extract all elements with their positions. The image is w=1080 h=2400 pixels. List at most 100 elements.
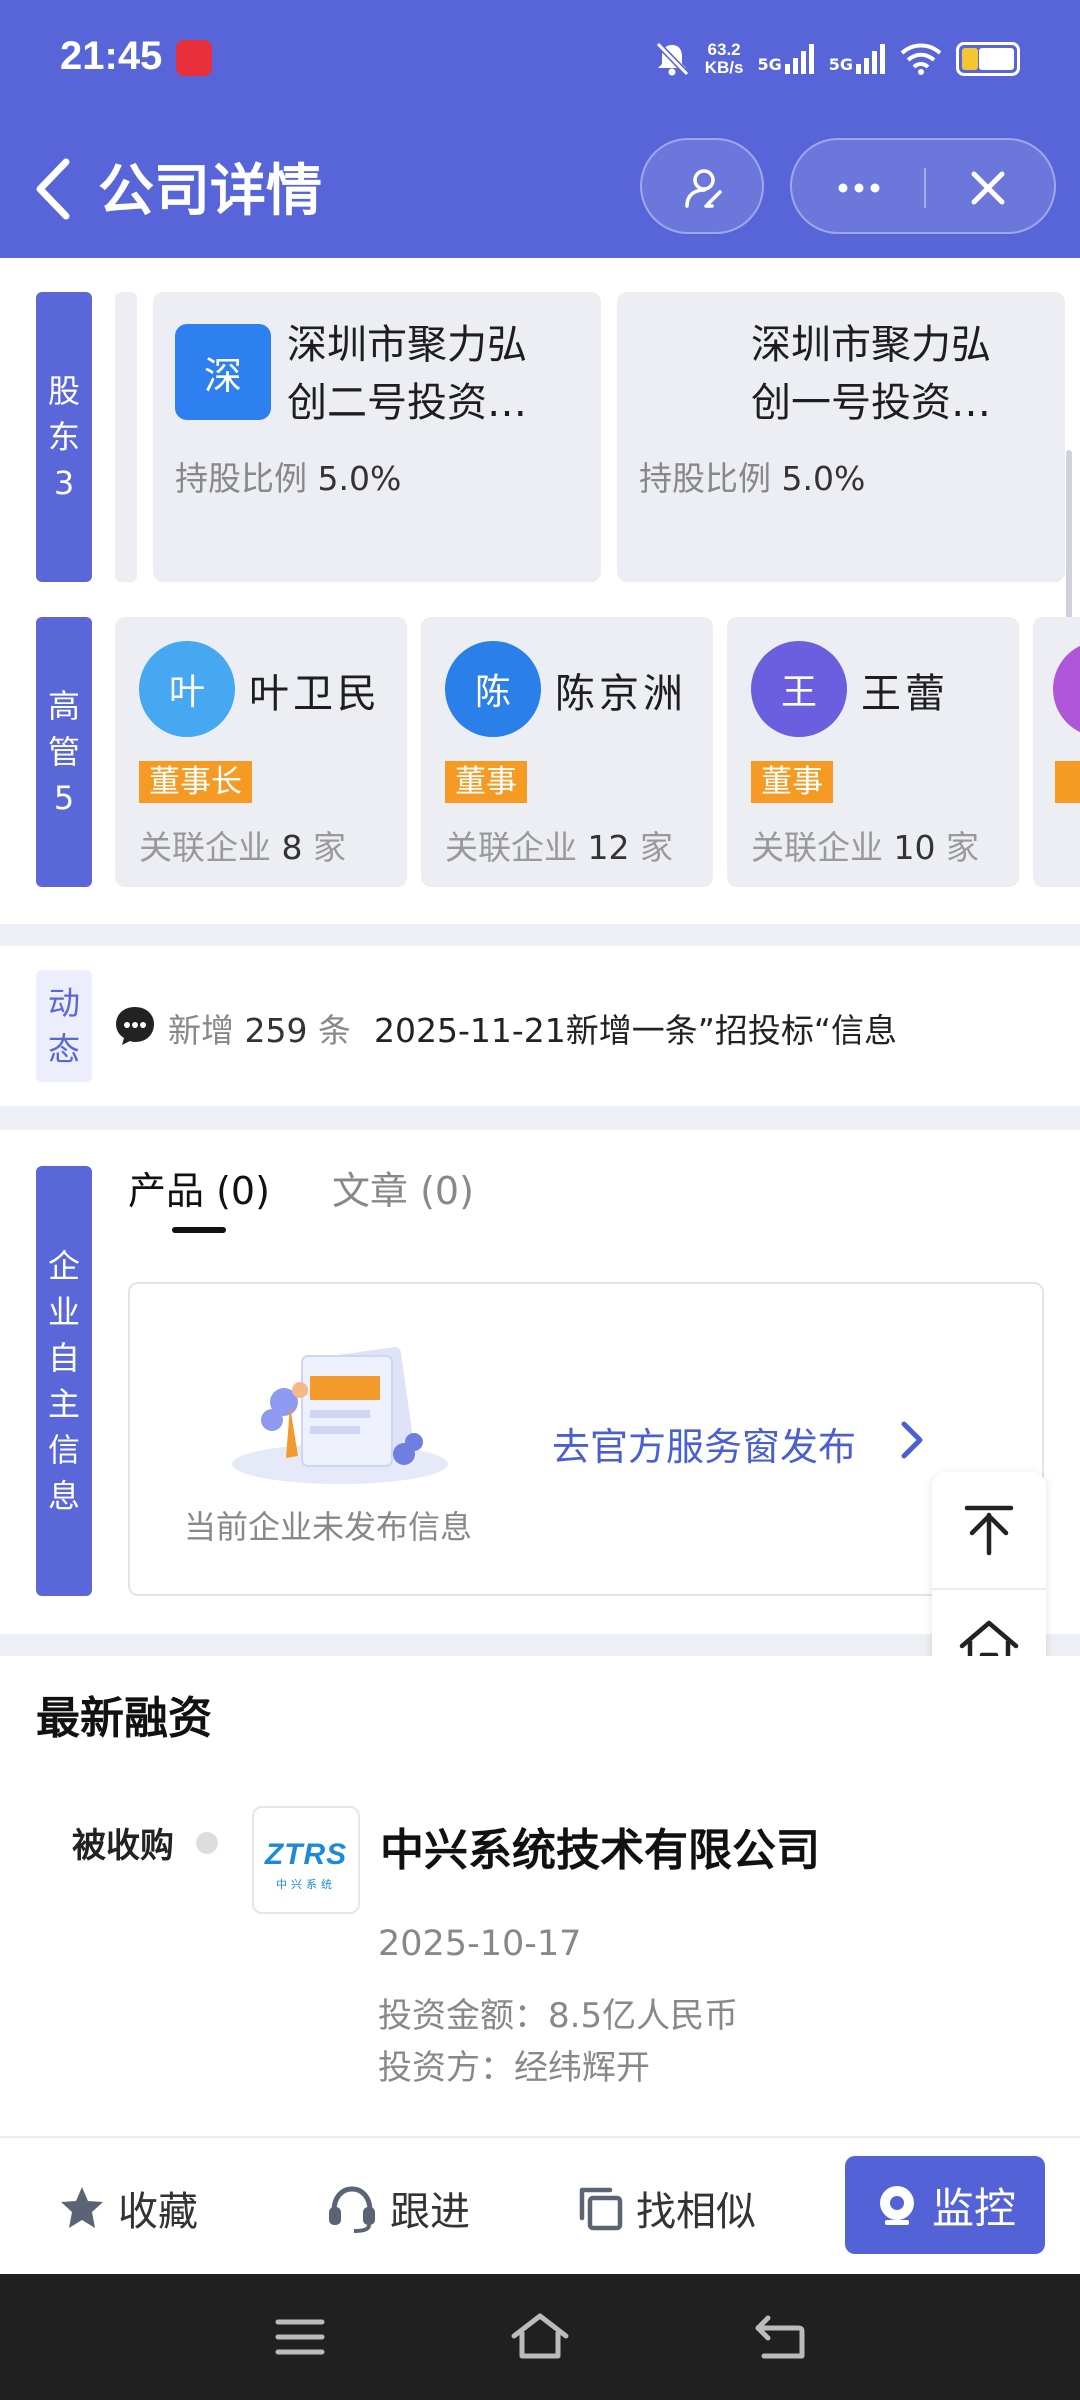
shareholders-tag-char: 股 <box>47 372 80 410</box>
financing-title: 最新融资 <box>36 1693 212 1744</box>
shareholders-tag-count: 3 <box>53 464 75 502</box>
empty-state-text: 当前企业未发布信息 <box>184 1508 473 1546</box>
wifi-icon <box>900 43 942 75</box>
related-count: 10 <box>893 828 936 867</box>
financing-type: 被收购 <box>72 1826 174 1866</box>
monitor-icon <box>879 2186 914 2225</box>
company-logo-text: ZTRS <box>264 1838 348 1871</box>
battery-icon <box>956 42 1020 76</box>
shareholder-card-partial <box>115 292 137 582</box>
monitor-label: 监控 <box>931 2183 1016 2233</box>
menu-icon[interactable] <box>270 2310 330 2364</box>
self-info-tag-char: 企 <box>47 1247 80 1285</box>
find-similar-button[interactable]: 找相似 <box>576 2178 756 2238</box>
ratio-value: 5.0% <box>781 459 866 498</box>
dynamics-tag: 动 态 <box>36 970 92 1082</box>
executive-card[interactable]: 王 王蕾 董事 关联企业 10 家 <box>727 617 1019 887</box>
signal-bars-icon <box>856 44 885 74</box>
shareholder-name-line: 创一号投资… <box>751 380 991 426</box>
avatar: 陈 <box>445 641 541 737</box>
signal-1-label: 5G <box>757 55 782 74</box>
self-info-tag: 企 业 自 主 信 息 <box>36 1166 92 1596</box>
tab-products[interactable]: 产品 (0) <box>128 1160 270 1215</box>
net-speed-value: 63.2 <box>707 40 741 59</box>
status-time: 21:45 <box>60 34 163 78</box>
executive-name: 叶卫民 <box>249 671 381 717</box>
home-nav-icon[interactable] <box>510 2310 570 2364</box>
executives-tag[interactable]: 高 管 5 <box>36 617 92 887</box>
shareholders-tag-char: 东 <box>47 418 80 456</box>
role-badge: 董事 <box>751 761 833 803</box>
signal-2: 5G <box>829 44 886 74</box>
executive-card-partial[interactable] <box>1033 617 1080 887</box>
shareholders-tag[interactable]: 股 东 3 <box>36 292 92 582</box>
shareholder-name: 深圳市聚力弘 创二号投资… <box>287 316 557 432</box>
executive-name: 王蕾 <box>861 671 949 717</box>
role-badge: 董事 <box>445 761 527 803</box>
self-info-tag-char: 息 <box>47 1477 80 1515</box>
bottom-action-bar: 收藏 跟进 找相似 监控 <box>0 2136 1080 2274</box>
page-title: 公司详情 <box>98 159 322 224</box>
avatar: 王 <box>751 641 847 737</box>
chat-bubble-icon <box>116 1007 154 1045</box>
related-suffix: 家 <box>640 828 673 867</box>
avatar: 叶 <box>139 641 235 737</box>
role-badge: 董事长 <box>139 761 252 803</box>
back-arrow-icon[interactable] <box>26 154 86 224</box>
executive-card[interactable]: 叶 叶卫民 董事长 关联企业 8 家 <box>115 617 407 887</box>
star-icon <box>61 2187 103 2228</box>
chevron-right-icon[interactable] <box>896 1418 926 1462</box>
active-tab-indicator <box>172 1227 226 1233</box>
related-suffix: 家 <box>946 828 979 867</box>
close-icon[interactable] <box>968 168 1008 208</box>
dynamics-count: 新增 259 条 <box>168 1004 351 1052</box>
shareholder-name: 深圳市聚力弘 创一号投资… <box>751 316 1021 432</box>
ratio-label: 持股比例 <box>175 459 307 498</box>
related-prefix: 关联企业 <box>445 828 577 867</box>
empty-state-illustration <box>232 1347 448 1484</box>
tab-articles[interactable]: 文章 (0) <box>332 1160 474 1215</box>
shareholder-card[interactable]: 深 深圳市聚力弘 创二号投资… 持股比例 5.0% <box>153 292 601 582</box>
company-logo[interactable]: ZTRS 中兴系统 <box>252 1806 360 1914</box>
signal-1: 5G <box>757 44 814 74</box>
related-companies: 关联企业 12 家 <box>445 821 673 869</box>
executives-tag-char: 高 <box>47 687 80 725</box>
user-icon <box>685 169 722 208</box>
signal-bars-icon <box>784 44 814 74</box>
related-companies: 关联企业 10 家 <box>751 821 979 869</box>
self-info-tag-char: 业 <box>47 1293 80 1331</box>
app-notification-icon <box>176 40 212 76</box>
copy-icon <box>579 2187 623 2231</box>
favorite-button[interactable]: 收藏 <box>58 2178 198 2238</box>
shareholder-name-line: 深圳市聚力弘 <box>287 322 527 368</box>
shareholder-ratio: 持股比例 5.0% <box>175 452 401 500</box>
executives-tag-count: 5 <box>53 779 75 817</box>
shareholder-card[interactable]: 深圳市聚力弘 创一号投资… 持股比例 5.0% <box>617 292 1065 582</box>
shareholder-logo: 深 <box>175 324 271 420</box>
more-icon[interactable] <box>836 178 882 198</box>
financing-date: 2025-10-17 <box>378 1924 582 1964</box>
favorite-label: 收藏 <box>118 2189 198 2235</box>
dynamics-new-count: 259 <box>244 1011 308 1050</box>
signal-2-label: 5G <box>828 55 853 74</box>
app-header: 21:45 63.2 KB/s 5G 5G 公司详情 <box>0 0 1080 258</box>
status-bar: 21:45 63.2 KB/s 5G 5G <box>0 0 1080 120</box>
find-similar-label: 找相似 <box>636 2189 756 2235</box>
follow-up-button[interactable]: 跟进 <box>326 2178 470 2238</box>
financing-amount: 投资金额：8.5亿人民币 <box>378 1996 739 2036</box>
monitor-button[interactable]: 监控 <box>845 2156 1045 2254</box>
financing-company[interactable]: 中兴系统技术有限公司 <box>380 1814 820 1878</box>
contact-button[interactable] <box>640 138 764 234</box>
ratio-label: 持股比例 <box>639 459 771 498</box>
net-speed-unit: KB/s <box>704 58 744 77</box>
self-info-tag-char: 自 <box>47 1339 80 1377</box>
back-nav-icon[interactable] <box>750 2310 810 2364</box>
scroll-top-button[interactable] <box>932 1472 1046 1588</box>
mute-bell-icon <box>655 41 689 77</box>
related-prefix: 关联企业 <box>751 828 883 867</box>
related-count: 12 <box>587 828 630 867</box>
company-logo-subtext: 中兴系统 <box>276 1878 336 1891</box>
publish-link[interactable]: 去官方服务窗发布 <box>552 1416 856 1471</box>
executive-card[interactable]: 陈 陈京洲 董事 关联企业 12 家 <box>421 617 713 887</box>
related-suffix: 家 <box>313 828 346 867</box>
